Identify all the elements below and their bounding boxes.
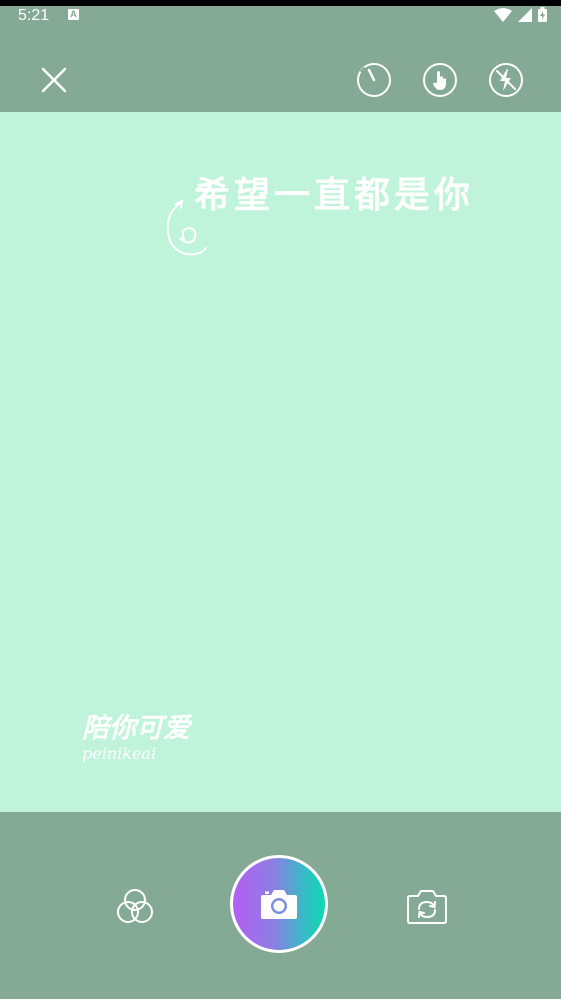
camera-bottom-bar [0,812,561,999]
flash-toggle-button[interactable] [487,61,525,99]
system-icons [494,7,547,22]
camera-preview[interactable]: 希望一直都是你 陪你可爱 peinikeai [0,112,561,812]
sticker-caption-top: 希望一直都是你 [194,175,475,216]
filter-icon [117,889,153,923]
timer-icon [357,63,391,97]
switch-camera-button[interactable] [404,884,450,930]
timer-button[interactable] [355,61,393,99]
battery-charging-icon [538,7,547,22]
filter-button[interactable] [112,884,158,930]
status-bar-edge [0,0,561,6]
status-time: 5:21 [18,7,50,24]
sticker-caption-bottom: 陪你可爱 [82,713,190,744]
swirl-arrow-decoration [166,199,207,256]
sticker-caption-pinyin: peinikeai [82,744,157,763]
camera-icon [261,890,297,919]
close-icon [41,67,67,93]
switch-camera-icon [407,890,447,924]
status-bar: 5:21 A [0,0,561,32]
camera-top-bar [0,32,561,112]
wifi-icon [494,7,512,22]
close-button[interactable] [36,62,72,98]
flash-off-icon [489,63,523,97]
touch-shutter-button[interactable] [421,61,459,99]
shutter-button[interactable] [230,855,328,953]
notification-badge: A [68,9,79,20]
touch-shutter-icon [423,63,457,97]
signal-icon [518,7,532,22]
